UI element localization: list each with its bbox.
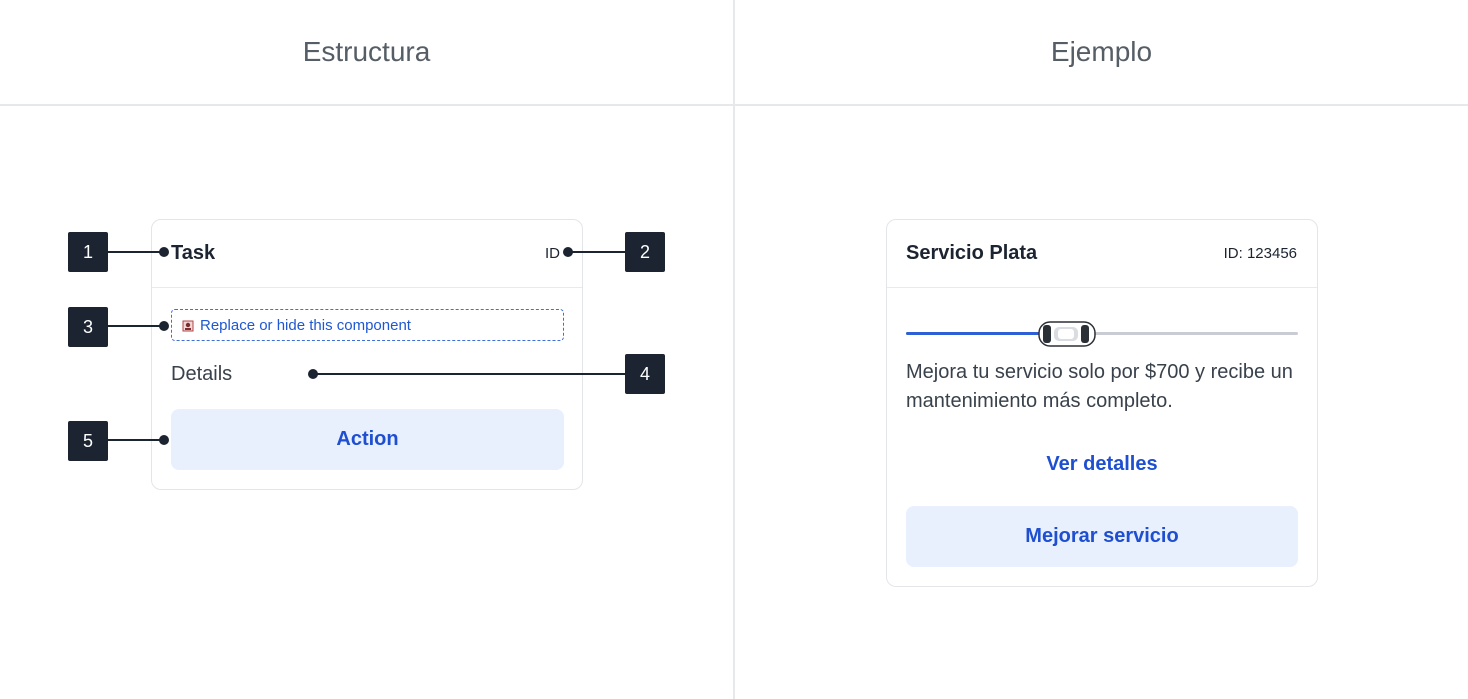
leader-line-4 — [313, 373, 625, 375]
car-icon[interactable] — [1037, 319, 1097, 349]
example-card-title: Servicio Plata — [906, 242, 1038, 264]
progress-slider[interactable] — [906, 319, 1298, 349]
leader-line-3 — [108, 325, 164, 327]
leader-dot-3 — [159, 321, 169, 331]
marker-4: 4 — [625, 354, 665, 394]
marker-2: 2 — [625, 232, 665, 272]
marker-1: 1 — [68, 232, 108, 272]
action-button[interactable]: Action — [171, 409, 564, 470]
component-placeholder-icon — [182, 319, 194, 332]
example-card-header-separator — [887, 287, 1317, 288]
example-column-title: Ejemplo — [1050, 36, 1153, 67]
leader-line-1 — [108, 251, 164, 253]
leader-line-2 — [568, 251, 625, 253]
leader-line-5 — [108, 439, 164, 441]
card-details: Details — [171, 363, 233, 385]
description-line-1: Mejora tu servicio solo por $700 y recib… — [906, 361, 1293, 383]
marker-3: 3 — [68, 307, 108, 347]
structure-column-title: Estructura — [302, 36, 431, 67]
leader-dot-1 — [159, 247, 169, 257]
upgrade-service-button[interactable]: Mejorar servicio — [906, 506, 1298, 567]
leader-dot-4 — [308, 369, 318, 379]
see-details-link[interactable]: Ver detalles — [906, 453, 1298, 476]
card-id: ID — [545, 245, 560, 262]
component-placeholder[interactable]: Replace or hide this component — [171, 309, 564, 341]
marker-5: 5 — [68, 421, 108, 461]
example-card-id: ID: 123456 — [1223, 245, 1297, 262]
placeholder-label: Replace or hide this component — [200, 316, 411, 334]
example-description: Mejora tu servicio solo por $700 y recib… — [906, 358, 1306, 416]
structure-card: Task ID Replace or hide this component D… — [151, 219, 583, 490]
column-divider — [733, 0, 735, 699]
example-card: Servicio Plata ID: 123456 Mejora tu serv… — [886, 219, 1318, 587]
card-title: Task — [171, 242, 216, 264]
card-header-separator — [152, 287, 582, 288]
leader-dot-5 — [159, 435, 169, 445]
leader-dot-2 — [563, 247, 573, 257]
description-line-2: mantenimiento más completo. — [906, 390, 1173, 412]
